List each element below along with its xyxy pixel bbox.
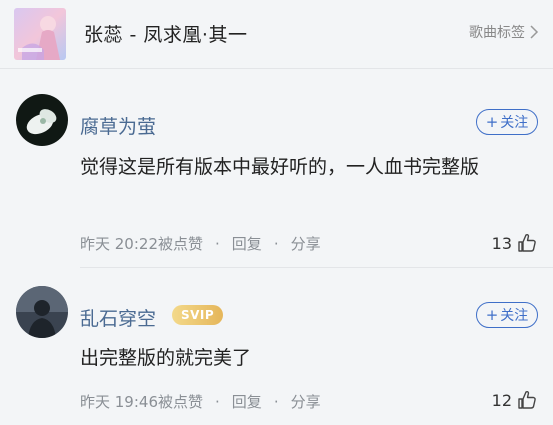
like-button[interactable]: 13 (492, 232, 538, 254)
comment-username[interactable]: 乱石穿空 (80, 304, 156, 331)
upvote-label[interactable]: 被点赞 (158, 233, 203, 254)
comment-time: 昨天 20:22 (80, 235, 158, 253)
song-tags-label: 歌曲标签 (469, 25, 525, 41)
comment-text: 觉得这是所有版本中最好听的，一人血书完整版 (80, 156, 480, 178)
separator-dot: · (215, 392, 220, 411)
separator-dot: · (273, 392, 279, 411)
upvote-label[interactable]: 被点赞 (158, 391, 203, 412)
reply-button[interactable]: 回复 (232, 391, 262, 412)
follow-label: 关注 (500, 308, 529, 324)
comment-username[interactable]: 腐草为萤 (80, 112, 156, 139)
like-count: 12 (491, 390, 512, 410)
plus-icon: + (485, 306, 499, 324)
share-button[interactable]: 分享 (291, 391, 321, 412)
avatar[interactable] (16, 286, 68, 338)
divider (80, 267, 553, 268)
follow-button[interactable]: + 关注 (476, 302, 538, 328)
comment-meta: 昨天 20:22 被点赞 · 回复 · 分享 (80, 233, 321, 254)
separator-dot: · (273, 234, 279, 253)
svip-badge: SVIP (172, 305, 224, 325)
comment-item: 乱石穿空 SVIP + 关注 出完整版的就完美了 昨天 19:46 被点赞 · … (0, 283, 553, 425)
song-title: 张蕊 - 凤求凰·其一 (84, 24, 248, 46)
avatar[interactable] (16, 94, 68, 146)
comment-time: 昨天 19:46 (80, 393, 158, 411)
follow-button[interactable]: + 关注 (476, 109, 538, 135)
plus-icon: + (485, 113, 499, 131)
chevron-right-icon (530, 25, 539, 39)
like-count: 13 (491, 233, 512, 253)
thumbs-up-icon (518, 390, 536, 409)
follow-label: 关注 (500, 115, 529, 131)
comment-text: 出完整版的就完美了 (80, 347, 252, 369)
album-cover (14, 8, 66, 60)
separator-dot: · (215, 234, 220, 253)
comment-item: 腐草为萤 + 关注 觉得这是所有版本中最好听的，一人血书完整版 昨天 20:22… (0, 92, 553, 267)
thumbs-up-icon (518, 233, 536, 252)
song-header[interactable]: 张蕊 - 凤求凰·其一 歌曲标签 (0, 0, 553, 69)
like-button[interactable]: 12 (492, 389, 538, 411)
comment-meta: 昨天 19:46 被点赞 · 回复 · 分享 (80, 391, 321, 412)
song-tags-link[interactable]: 歌曲标签 (469, 22, 539, 42)
share-button[interactable]: 分享 (291, 233, 321, 254)
reply-button[interactable]: 回复 (232, 233, 262, 254)
